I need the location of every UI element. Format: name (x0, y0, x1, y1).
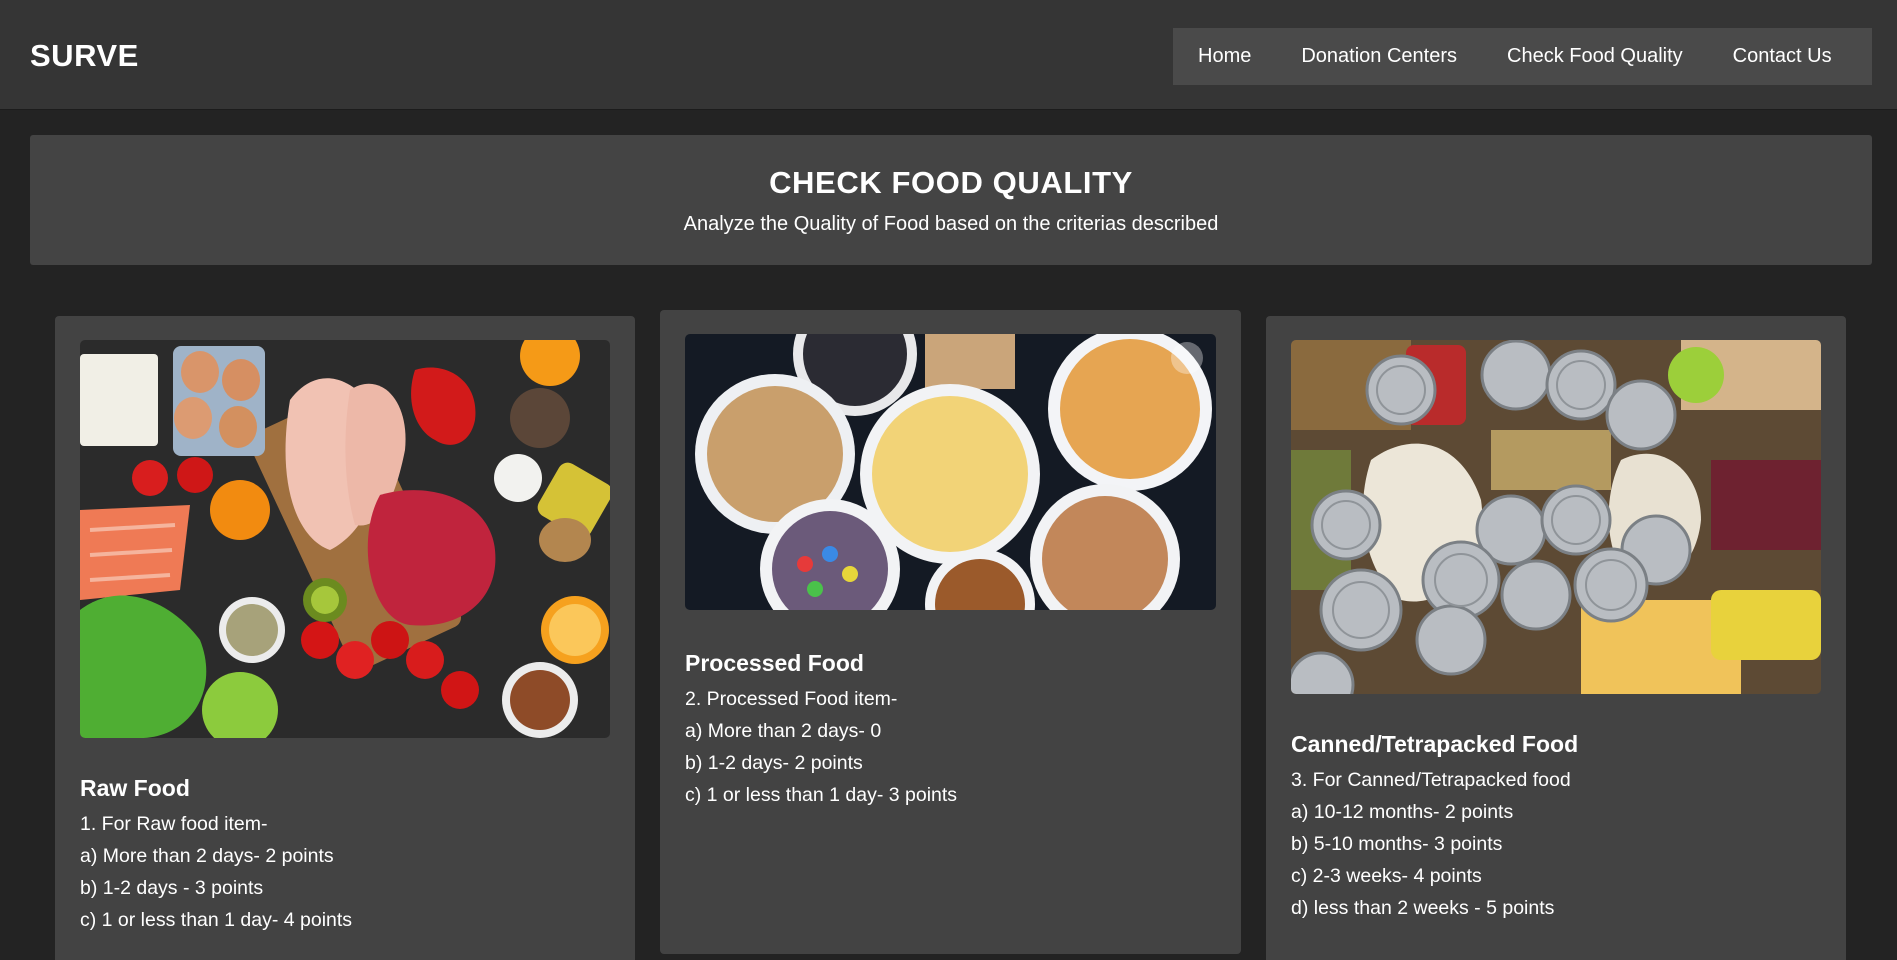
processed-food-image (685, 334, 1216, 610)
lens-icon[interactable] (1171, 342, 1203, 374)
page-subtitle: Analyze the Quality of Food based on the… (683, 213, 1219, 235)
criteria-line: 2. Processed Food item- (685, 688, 898, 710)
criteria-line: a) More than 2 days- 2 points (80, 845, 334, 867)
criteria-line: c) 1 or less than 1 day- 3 points (685, 784, 958, 806)
processed-food-criteria: 2. Processed Food item- a) More than 2 d… (685, 683, 957, 811)
raw-food-criteria: 1. For Raw food item- a) More than 2 day… (80, 808, 352, 936)
criteria-line: 1. For Raw food item- (80, 813, 268, 835)
criteria-line: b) 1-2 days- 2 points (685, 752, 863, 774)
main-nav: Home Donation Centers Check Food Quality… (1173, 28, 1872, 85)
processed-food-title: Processed Food (685, 650, 864, 676)
canned-food-image (1291, 340, 1821, 694)
canned-food-title: Canned/Tetrapacked Food (1291, 731, 1579, 757)
raw-food-image (80, 340, 610, 738)
criteria-line: c) 1 or less than 1 day- 4 points (80, 909, 353, 931)
criteria-line: d) less than 2 weeks - 5 points (1291, 897, 1555, 919)
criteria-line: c) 2-3 weeks- 4 points (1291, 865, 1482, 887)
canned-food-card: Canned/Tetrapacked Food 3. For Canned/Te… (1266, 316, 1846, 960)
brand-logo[interactable]: SURVE (30, 38, 139, 74)
criteria-line: a) 10-12 months- 2 points (1291, 801, 1514, 823)
criteria-line: b) 5-10 months- 3 points (1291, 833, 1503, 855)
raw-food-card: Raw Food 1. For Raw food item- a) More t… (55, 316, 635, 960)
criteria-line: a) More than 2 days- 0 (685, 720, 882, 742)
canned-food-criteria: 3. For Canned/Tetrapacked food a) 10-12 … (1291, 764, 1571, 924)
criteria-line: 3. For Canned/Tetrapacked food (1291, 769, 1571, 791)
hero-panel: CHECK FOOD QUALITY Analyze the Quality o… (30, 135, 1872, 265)
processed-food-card: Processed Food 2. Processed Food item- a… (660, 310, 1241, 954)
nav-donation-centers-link[interactable]: Donation Centers (1301, 45, 1457, 68)
top-navbar: SURVE Home Donation Centers Check Food Q… (0, 0, 1897, 110)
nav-check-food-quality-link[interactable]: Check Food Quality (1507, 45, 1683, 68)
criteria-line: b) 1-2 days - 3 points (80, 877, 264, 899)
page: SURVE Home Donation Centers Check Food Q… (0, 0, 1897, 960)
page-title: CHECK FOOD QUALITY (769, 165, 1133, 200)
raw-food-title: Raw Food (80, 775, 190, 801)
nav-home-link[interactable]: Home (1198, 45, 1251, 68)
nav-contact-us-link[interactable]: Contact Us (1733, 45, 1832, 68)
